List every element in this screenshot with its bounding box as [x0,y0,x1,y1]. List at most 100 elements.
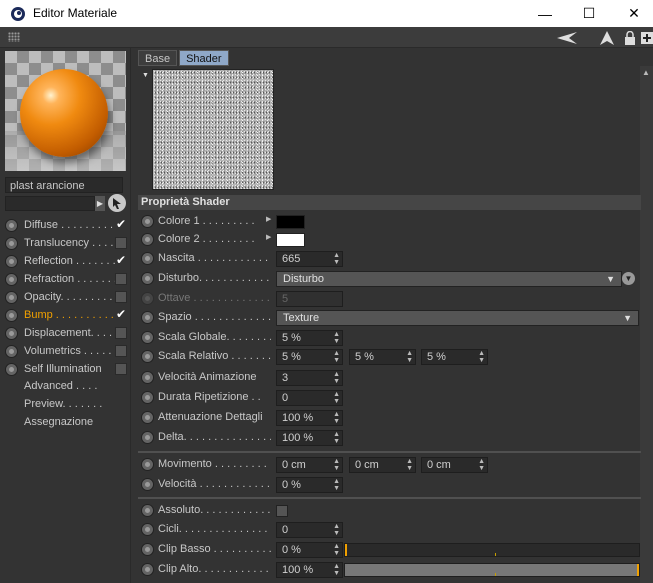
anim-radio[interactable] [141,458,154,471]
channel-volumetrics[interactable]: Volumetrics . . . . . . [5,342,127,360]
material-link-field[interactable] [5,196,95,211]
anim-radio[interactable] [141,252,154,265]
spinner-icon[interactable]: ▲ ▼ [333,563,340,577]
anim-radio[interactable] [141,478,154,491]
shader-preview[interactable] [152,69,274,190]
spinner-icon[interactable]: ▲ ▼ [478,350,485,364]
material-preview[interactable] [5,51,126,171]
expand-arrow-icon[interactable]: ▶ [266,233,271,241]
back-arrow-icon[interactable] [556,29,578,46]
scala-relativo-x-field[interactable]: 5 % ▲ ▼ [276,349,343,365]
movimento-x-field[interactable]: 0 cm ▲ ▼ [276,457,343,473]
velocita-field[interactable]: 0 % ▲ ▼ [276,477,343,493]
channel-diffuse[interactable]: Diffuse . . . . . . . . . . ✔ [5,216,127,234]
clip-basso-field[interactable]: 0 % ▲ ▼ [276,542,343,558]
check-icon[interactable]: ✔ [115,254,127,267]
slider-knob[interactable] [637,564,639,576]
checkbox[interactable] [115,327,127,339]
spazio-dropdown[interactable]: Texture ▼ [276,310,639,326]
spinner-icon[interactable]: ▲ ▼ [333,411,340,425]
channel-radio[interactable] [5,344,18,358]
assoluto-checkbox[interactable] [276,505,288,517]
slider-knob[interactable] [345,544,347,556]
anim-radio[interactable] [141,215,154,228]
lock-icon[interactable] [624,29,636,46]
channel-refraction[interactable]: Refraction . . . . . . . . [5,270,127,288]
channel-radio[interactable] [5,272,18,286]
anim-radio[interactable] [141,504,154,517]
spinner-icon[interactable]: ▲ ▼ [406,350,413,364]
expand-arrow-icon[interactable]: ▶ [266,215,271,223]
anim-radio[interactable] [141,411,154,424]
channel-radio[interactable] [5,290,18,304]
scala-relativo-z-field[interactable]: 5 % ▲ ▼ [421,349,488,365]
clip-basso-slider[interactable] [344,543,640,557]
scroll-up-icon[interactable]: ▲ [642,68,650,77]
spinner-icon[interactable]: ▲ ▼ [333,391,340,405]
checkbox[interactable] [115,345,127,357]
cicli-field[interactable]: 0 ▲ ▼ [276,522,343,538]
anim-radio[interactable] [141,563,154,576]
tab-shader[interactable]: Shader [179,50,229,66]
checkbox[interactable] [115,291,127,303]
minimize-button[interactable]: — [522,0,568,27]
delta-field[interactable]: 100 % ▲ ▼ [276,430,343,446]
attenuazione-field[interactable]: 100 % ▲ ▼ [276,410,343,426]
channel-bump[interactable]: Bump . . . . . . . . . . . . . ✔ [5,306,127,324]
checkbox[interactable] [115,363,127,375]
up-arrow-icon[interactable] [599,29,615,46]
material-name-field[interactable]: plast arancione [5,177,123,193]
spinner-icon[interactable]: ▲ ▼ [333,431,340,445]
checkbox[interactable] [115,273,127,285]
link-arrow-button[interactable]: ▶ [95,196,105,211]
channel-radio[interactable] [5,236,18,250]
channel-displacement[interactable]: Displacement. . . . . [5,324,127,342]
collapse-arrow-icon[interactable]: ▼ [142,72,149,79]
channel-radio[interactable] [5,308,18,322]
clip-alto-field[interactable]: 100 % ▲ ▼ [276,562,343,578]
pick-arrow-icon[interactable] [108,194,126,212]
anim-radio[interactable] [141,331,154,344]
spinner-icon[interactable]: ▲ ▼ [333,458,340,472]
clip-alto-slider[interactable] [344,563,640,577]
channel-radio[interactable] [5,362,18,376]
spinner-icon[interactable]: ▲ ▼ [333,478,340,492]
checkbox[interactable] [115,237,127,249]
close-button[interactable]: ✕ [611,0,653,27]
anim-radio[interactable] [141,523,154,536]
anim-radio[interactable] [141,233,154,246]
spinner-icon[interactable]: ▲ ▼ [333,350,340,364]
nascita-field[interactable]: 665 ▲ ▼ [276,251,343,267]
movimento-z-field[interactable]: 0 cm ▲ ▼ [421,457,488,473]
channel-radio[interactable] [5,254,18,268]
anim-radio[interactable] [141,272,154,285]
spinner-icon[interactable]: ▲ ▼ [333,331,340,345]
maximize-button[interactable]: ☐ [566,0,612,27]
color-swatch-2[interactable] [276,233,305,247]
channel-translucency[interactable]: Translucency . . . . . [5,234,127,252]
scala-globale-field[interactable]: 5 % ▲ ▼ [276,330,343,346]
disturbo-dropdown[interactable]: Disturbo ▼ [276,271,622,287]
scrollbar[interactable]: ▲ [640,66,653,583]
spinner-icon[interactable]: ▲ ▼ [333,371,340,385]
spinner-icon[interactable]: ▲ ▼ [333,523,340,537]
anim-radio[interactable] [141,391,154,404]
scala-relativo-y-field[interactable]: 5 % ▲ ▼ [349,349,416,365]
channel-radio[interactable] [5,326,18,340]
durata-ripetizione-field[interactable]: 0 ▲ ▼ [276,390,343,406]
channel-self-illumination[interactable]: Self Illumination [5,360,127,378]
add-icon[interactable] [640,29,653,46]
anim-radio[interactable] [141,371,154,384]
anim-radio[interactable] [141,311,154,324]
spinner-icon[interactable]: ▲ ▼ [478,458,485,472]
dropdown-menu-icon[interactable]: ▼ [622,272,635,285]
grip-icon[interactable] [8,32,20,42]
preview-item[interactable]: Preview. . . . . . . [24,398,102,410]
channel-reflection[interactable]: Reflection . . . . . . . . . ✔ [5,252,127,270]
spinner-icon[interactable]: ▲ ▼ [406,458,413,472]
velocita-animazione-field[interactable]: 3 ▲ ▼ [276,370,343,386]
color-swatch-1[interactable] [276,215,305,229]
spinner-icon[interactable]: ▲ ▼ [333,252,340,266]
assegnazione-item[interactable]: Assegnazione [24,416,93,428]
channel-radio[interactable] [5,218,18,232]
